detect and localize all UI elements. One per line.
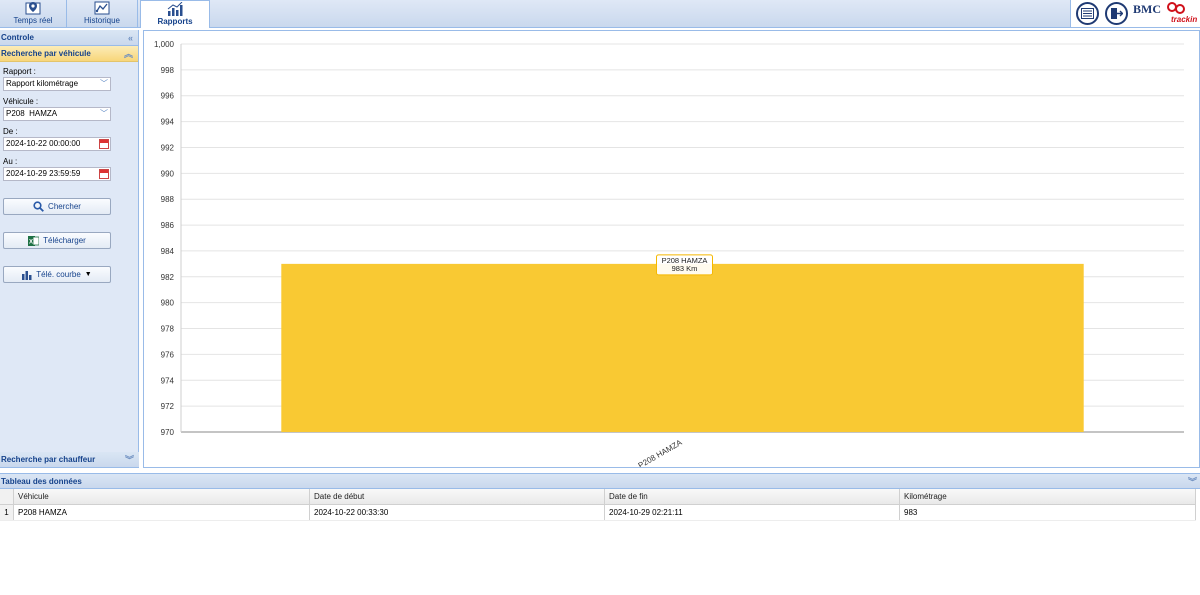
curve-button-label: Télé. courbe <box>36 270 81 279</box>
vehicule-value: P208 HAMZA <box>6 109 58 118</box>
brand-tagline: trackin <box>1171 15 1198 24</box>
au-label: Au : <box>3 157 18 166</box>
bar-chart-icon <box>167 2 183 16</box>
row-number: 1 <box>0 505 14 520</box>
caret-down-icon: ▼ <box>84 271 92 278</box>
cell-vehicule: P208 HAMZA <box>14 505 310 520</box>
vehicule-select[interactable]: P208 HAMZA ﹀ <box>3 107 111 121</box>
y-tick-label: 978 <box>161 325 175 334</box>
km-bar-chart: 970 972 974 976 978 980 982 984 986 988 990 992 994 9… <box>154 40 1184 471</box>
y-tick-label: 970 <box>161 428 175 437</box>
y-tick-label: 992 <box>161 143 175 152</box>
y-tick-label: 994 <box>161 118 175 127</box>
rapport-value: Rapport kilométrage <box>6 79 79 88</box>
start-date-value: 2024-10-22 00:00:00 <box>6 139 81 148</box>
logout-icon[interactable] <box>1105 2 1128 25</box>
y-tick-label: 972 <box>161 402 175 411</box>
svg-text:X: X <box>29 239 33 245</box>
table-title: Tableau des données <box>1 477 82 486</box>
search-button-label: Chercher <box>48 202 81 211</box>
cell-kilometrage: 983 <box>900 505 1196 520</box>
excel-icon: X <box>28 235 40 246</box>
y-tick-label: 974 <box>161 376 175 385</box>
y-tick-label: 990 <box>161 169 175 178</box>
panel-title-text: Controle <box>1 33 34 42</box>
chevron-down-icon[interactable]: ︾ <box>1188 474 1197 490</box>
chart-panel: 970 972 974 976 978 980 982 984 986 988 990 992 994 9… <box>143 30 1200 471</box>
vehicule-label: Véhicule : <box>3 97 39 106</box>
rapport-select[interactable]: Rapport kilométrage ﹀ <box>3 77 111 91</box>
vehicle-search-title: Recherche par véhicule <box>1 49 91 58</box>
curve-download-button[interactable]: Télé. courbe ▼ <box>3 266 111 283</box>
column-header-date-debut[interactable]: Date de début <box>310 489 605 504</box>
list-icon[interactable] <box>1076 2 1099 25</box>
panel-title: Controle « <box>0 30 138 46</box>
y-tick-label: 998 <box>161 66 175 75</box>
x-tick-label: P208 HAMZA <box>637 438 684 467</box>
y-tick-label: 980 <box>161 299 175 308</box>
y-tick-label: 996 <box>161 92 175 101</box>
control-panel: Controle « Recherche par véhicule ︽ Rapp… <box>0 30 139 468</box>
table-panel-header: Tableau des données ︾ <box>0 473 1200 489</box>
chevron-down-icon[interactable]: ︾ <box>125 452 134 468</box>
y-tick-label: 976 <box>161 350 175 359</box>
de-label: De : <box>3 127 18 136</box>
y-tick-label: 984 <box>161 247 175 256</box>
tab-rapports[interactable]: Rapports <box>140 0 210 28</box>
y-axis-labels: 970 972 974 976 978 980 982 984 986 988 990 992 994 9… <box>154 40 175 437</box>
search-icon <box>33 201 44 212</box>
y-tick-label: 986 <box>161 221 175 230</box>
column-header-vehicule[interactable]: Véhicule <box>14 489 310 504</box>
bar[interactable] <box>281 263 1084 432</box>
tab-label: Temps réel <box>13 16 53 25</box>
row-number-header <box>0 489 14 504</box>
tab-historique[interactable]: Historique <box>67 0 138 27</box>
chevron-down-icon[interactable]: ﹀ <box>98 108 110 120</box>
rapport-label: Rapport : <box>3 67 36 76</box>
driver-search-header[interactable]: Recherche par chauffeur ︾ <box>0 452 139 468</box>
cell-date-debut: 2024-10-22 00:33:30 <box>310 505 605 520</box>
table-row[interactable]: 1 P208 HAMZA 2024-10-22 00:33:30 2024-10… <box>0 505 1196 521</box>
x-axis-labels: P208 HAMZA <box>637 438 684 471</box>
vehicle-search-header[interactable]: Recherche par véhicule ︽ <box>0 46 138 62</box>
download-button[interactable]: X Télécharger <box>3 232 111 249</box>
data-grid: Véhicule Date de début Date de fin Kilom… <box>0 489 1196 521</box>
calendar-icon[interactable] <box>99 169 109 179</box>
brand-logo-area: BMC trackin <box>1070 0 1200 27</box>
y-tick-label: 982 <box>161 273 175 282</box>
download-button-label: Télécharger <box>43 236 86 245</box>
search-form: Rapport : Rapport kilométrage ﹀ Véhicule… <box>0 67 138 283</box>
cell-date-fin: 2024-10-29 02:21:11 <box>605 505 900 520</box>
brand-logo-icon <box>1167 2 1185 14</box>
tab-label: Historique <box>83 16 120 25</box>
top-toolbar: Temps réel Historique Rapports BMC track… <box>0 0 1200 28</box>
calendar-icon[interactable] <box>99 139 109 149</box>
tooltip-value-label: 983 Km <box>672 264 698 273</box>
chevron-down-icon[interactable]: ﹀ <box>98 78 110 90</box>
chart-bars <box>281 263 1084 432</box>
y-tick-label: 1,000 <box>154 40 175 49</box>
table-header-row: Véhicule Date de début Date de fin Kilom… <box>0 489 1196 505</box>
column-header-kilometrage[interactable]: Kilométrage <box>900 489 1196 504</box>
tab-label: Rapports <box>157 17 193 26</box>
end-date-value: 2024-10-29 23:59:59 <box>6 169 81 178</box>
start-date-field[interactable]: 2024-10-22 00:00:00 <box>3 137 111 151</box>
chevron-up-icon[interactable]: ︽ <box>124 46 133 62</box>
end-date-field[interactable]: 2024-10-29 23:59:59 <box>3 167 111 181</box>
chart-tooltip: P208 HAMZA983 Km <box>656 254 713 276</box>
column-header-date-fin[interactable]: Date de fin <box>605 489 900 504</box>
driver-search-title: Recherche par chauffeur <box>1 455 96 464</box>
bar-chart-icon <box>22 270 32 280</box>
data-table-panel: Tableau des données ︾ Véhicule Date de d… <box>0 473 1200 595</box>
tab-temps-reel[interactable]: Temps réel <box>0 0 67 27</box>
collapse-left-icon[interactable]: « <box>128 30 133 46</box>
search-button[interactable]: Chercher <box>3 198 111 215</box>
brand-name: BMC <box>1133 2 1161 16</box>
map-pin-icon <box>25 2 41 15</box>
map-icon <box>94 1 110 15</box>
y-tick-label: 988 <box>161 195 175 204</box>
